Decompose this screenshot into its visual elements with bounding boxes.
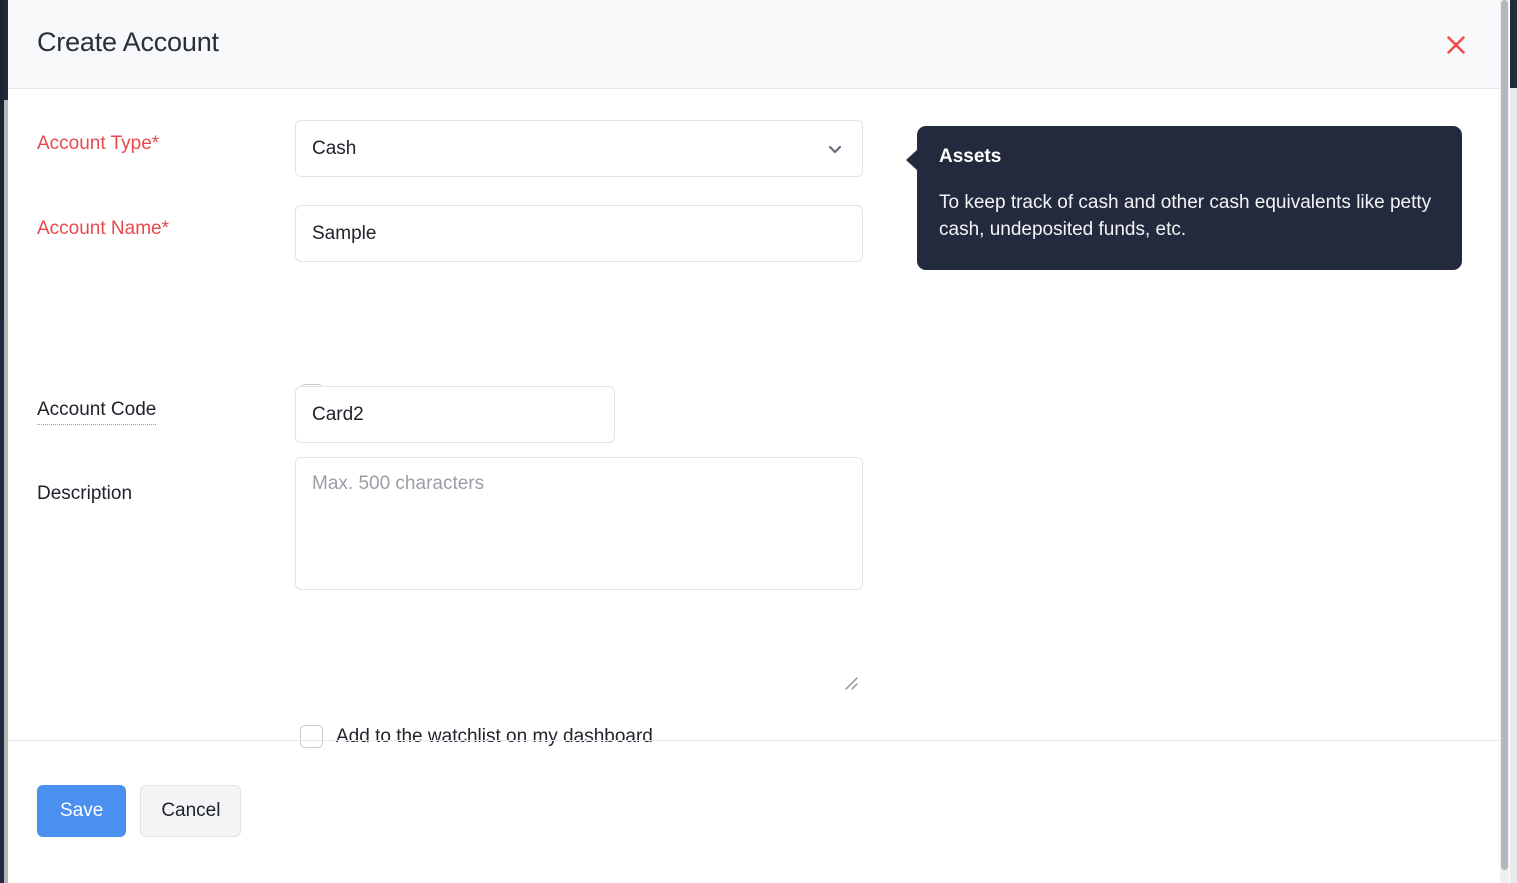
- modal-header: Create Account: [8, 0, 1501, 89]
- close-icon: [1444, 33, 1468, 57]
- page-title: Create Account: [37, 27, 219, 58]
- page-scroll-edge: [4, 100, 8, 883]
- screen: Create Account Account Type* Cash: [0, 0, 1517, 883]
- account-type-label: Account Type*: [37, 133, 159, 155]
- account-code-input[interactable]: [295, 386, 615, 443]
- textarea-resize-handle[interactable]: [843, 675, 859, 696]
- modal-scrollbar-thumb[interactable]: [1501, 0, 1508, 870]
- account-name-label: Account Name*: [37, 218, 169, 240]
- page-right-gutter: [1510, 0, 1517, 883]
- modal-body: Account Type* Cash Account Name* Make th…: [8, 89, 1501, 740]
- cancel-button[interactable]: Cancel: [140, 785, 241, 837]
- account-type-value: Cash: [312, 138, 824, 160]
- account-type-tooltip: Assets To keep track of cash and other c…: [917, 126, 1462, 270]
- chevron-down-icon: [824, 138, 846, 160]
- save-button[interactable]: Save: [37, 785, 126, 837]
- footer-button-group: Save Cancel: [37, 785, 241, 837]
- description-label: Description: [37, 483, 132, 505]
- close-button[interactable]: [1436, 25, 1476, 65]
- description-textarea[interactable]: [295, 457, 863, 590]
- create-account-modal: Create Account Account Type* Cash: [8, 0, 1501, 883]
- tooltip-title: Assets: [939, 146, 1438, 168]
- app-topbar-sliver: [1510, 0, 1517, 88]
- account-name-input[interactable]: [295, 205, 863, 262]
- tooltip-body: To keep track of cash and other cash equ…: [939, 190, 1438, 244]
- account-type-select[interactable]: Cash: [295, 120, 863, 177]
- modal-footer: Save Cancel: [8, 740, 1501, 883]
- account-code-label: Account Code: [37, 399, 156, 425]
